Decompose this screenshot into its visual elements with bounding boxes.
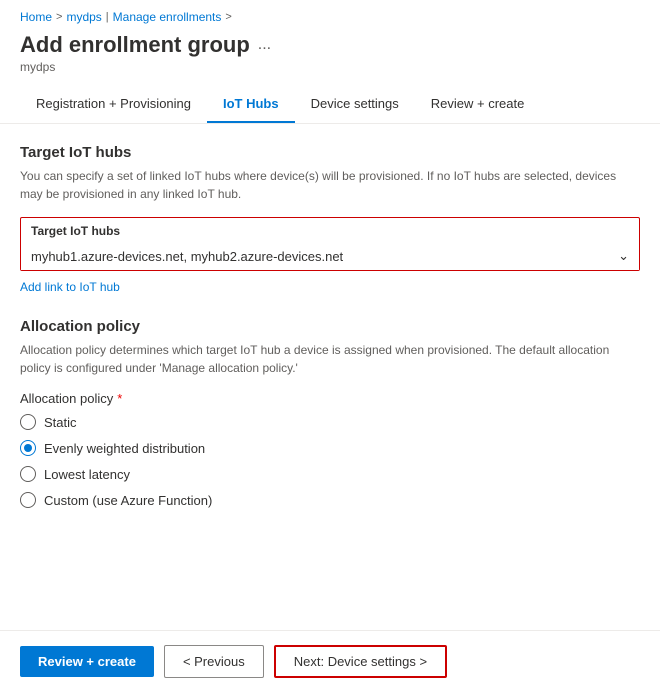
allocation-policy-title: Allocation policy: [20, 318, 640, 335]
radio-evenly-weighted-circle: [20, 440, 36, 456]
target-hubs-desc: You can specify a set of linked IoT hubs…: [20, 167, 640, 203]
target-hubs-title: Target IoT hubs: [20, 144, 640, 161]
page-header: Add enrollment group ... mydps: [0, 28, 660, 86]
breadcrumb-sep3: >: [225, 11, 231, 23]
next-device-settings-button[interactable]: Next: Device settings >: [274, 645, 447, 678]
breadcrumb-sep2: |: [106, 11, 109, 23]
footer: Review + create < Previous Next: Device …: [0, 630, 660, 692]
breadcrumb-sep1: >: [56, 11, 62, 23]
radio-evenly-weighted[interactable]: Evenly weighted distribution: [20, 440, 640, 456]
radio-static-label: Static: [44, 415, 77, 430]
previous-button[interactable]: < Previous: [164, 645, 264, 678]
tab-review-create[interactable]: Review + create: [415, 86, 541, 123]
target-hubs-field-label: Target IoT hubs: [21, 218, 639, 242]
radio-static[interactable]: Static: [20, 414, 640, 430]
add-link-to-iot-hub[interactable]: Add link to IoT hub: [20, 280, 120, 294]
required-indicator: *: [117, 391, 122, 406]
target-hubs-value: myhub1.azure-devices.net, myhub2.azure-d…: [31, 249, 343, 264]
chevron-down-icon: ⌄: [618, 248, 629, 264]
allocation-label-row: Allocation policy *: [20, 391, 640, 406]
allocation-policy-section: Allocation policy Allocation policy dete…: [20, 318, 640, 508]
page-subtitle: mydps: [20, 60, 640, 74]
radio-evenly-weighted-label: Evenly weighted distribution: [44, 441, 205, 456]
breadcrumb-home[interactable]: Home: [20, 10, 52, 24]
radio-custom-label: Custom (use Azure Function): [44, 493, 212, 508]
allocation-policy-radio-group: Static Evenly weighted distribution Lowe…: [20, 414, 640, 508]
review-create-button[interactable]: Review + create: [20, 646, 154, 677]
breadcrumb-parent[interactable]: mydps: [66, 10, 101, 24]
allocation-policy-desc: Allocation policy determines which targe…: [20, 341, 640, 377]
page-title-text: Add enrollment group: [20, 32, 250, 58]
breadcrumb-current[interactable]: Manage enrollments: [113, 10, 222, 24]
tab-registration[interactable]: Registration + Provisioning: [20, 86, 207, 123]
page-title: Add enrollment group ...: [20, 32, 640, 58]
radio-custom[interactable]: Custom (use Azure Function): [20, 492, 640, 508]
radio-lowest-latency-circle: [20, 466, 36, 482]
tab-iot-hubs[interactable]: IoT Hubs: [207, 86, 295, 123]
target-hubs-field-box: Target IoT hubs myhub1.azure-devices.net…: [20, 217, 640, 271]
allocation-policy-label: Allocation policy: [20, 391, 113, 406]
main-content: Target IoT hubs You can specify a set of…: [0, 124, 660, 528]
page-title-ellipsis[interactable]: ...: [258, 36, 271, 54]
target-hubs-dropdown[interactable]: myhub1.azure-devices.net, myhub2.azure-d…: [21, 242, 639, 270]
radio-lowest-latency-label: Lowest latency: [44, 467, 130, 482]
radio-custom-circle: [20, 492, 36, 508]
breadcrumb: Home > mydps | Manage enrollments >: [0, 0, 660, 28]
tabs: Registration + Provisioning IoT Hubs Dev…: [0, 86, 660, 124]
radio-static-circle: [20, 414, 36, 430]
radio-lowest-latency[interactable]: Lowest latency: [20, 466, 640, 482]
tab-device-settings[interactable]: Device settings: [295, 86, 415, 123]
target-hubs-section: Target IoT hubs You can specify a set of…: [20, 144, 640, 318]
